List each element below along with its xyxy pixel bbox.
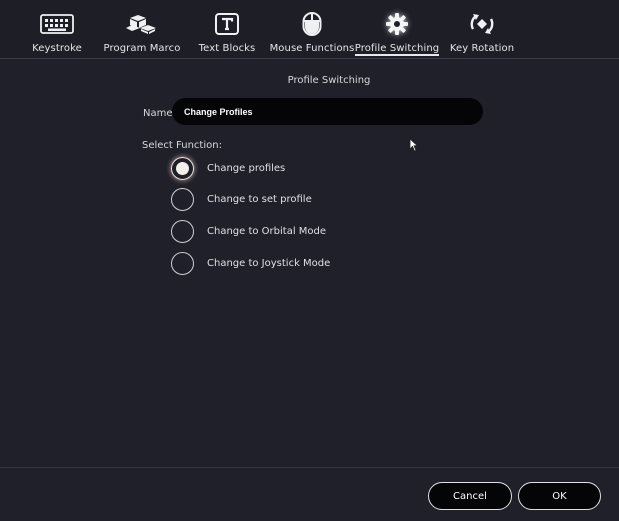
- function-toolbar: Keystroke Program Marco Text Blocks Mous…: [0, 0, 619, 59]
- text-block-icon: [215, 11, 239, 37]
- section-title: Profile Switching: [287, 75, 371, 86]
- blocks-icon: [124, 11, 160, 37]
- radio-label: Change to Joystick Mode: [207, 258, 331, 269]
- tab-keystroke[interactable]: Keystroke: [28, 0, 86, 58]
- tab-program-marco-label: Program Marco: [103, 43, 181, 54]
- tab-profile-switching-label: Profile Switching: [354, 43, 440, 54]
- radio-label: Change to set profile: [207, 194, 312, 205]
- radio-button[interactable]: [171, 220, 194, 243]
- mouse-pointer-icon: [409, 137, 419, 156]
- radio-button[interactable]: [171, 188, 194, 211]
- select-function-label: Select Function:: [142, 140, 222, 151]
- mouse-icon: [302, 11, 322, 37]
- tab-mouse-functions[interactable]: Mouse Functions: [270, 0, 354, 58]
- ok-button[interactable]: OK: [518, 482, 601, 510]
- footer-divider: [0, 467, 619, 468]
- tab-text-blocks-label: Text Blocks: [198, 43, 256, 54]
- tab-key-rotation[interactable]: Key Rotation: [448, 0, 516, 58]
- radio-label: Change profiles: [207, 163, 286, 174]
- name-label: Name: [143, 108, 173, 119]
- tab-key-rotation-label: Key Rotation: [449, 43, 515, 54]
- keyboard-icon: [40, 11, 74, 37]
- gear-icon: [385, 11, 409, 37]
- cancel-button[interactable]: Cancel: [428, 482, 512, 510]
- radio-option-change-to-orbital-mode[interactable]: Change to Orbital Mode: [171, 220, 326, 243]
- radio-label: Change to Orbital Mode: [207, 226, 327, 237]
- radio-option-change-to-joystick-mode[interactable]: Change to Joystick Mode: [171, 252, 330, 275]
- radio-option-change-to-set-profile[interactable]: Change to set profile: [171, 188, 312, 211]
- radio-option-change-profiles[interactable]: Change profiles: [171, 157, 285, 180]
- active-tab-underline: [355, 54, 439, 56]
- name-input[interactable]: [172, 98, 483, 125]
- tab-mouse-functions-label: Mouse Functions: [269, 43, 355, 54]
- tab-program-marco[interactable]: Program Marco: [103, 0, 181, 58]
- rotation-icon: [467, 11, 497, 37]
- radio-button[interactable]: [171, 252, 194, 275]
- tab-text-blocks[interactable]: Text Blocks: [197, 0, 257, 58]
- radio-button[interactable]: [171, 157, 194, 180]
- tab-keystroke-label: Keystroke: [32, 43, 82, 54]
- radio-dot: [176, 162, 189, 175]
- tab-profile-switching[interactable]: Profile Switching: [355, 0, 439, 58]
